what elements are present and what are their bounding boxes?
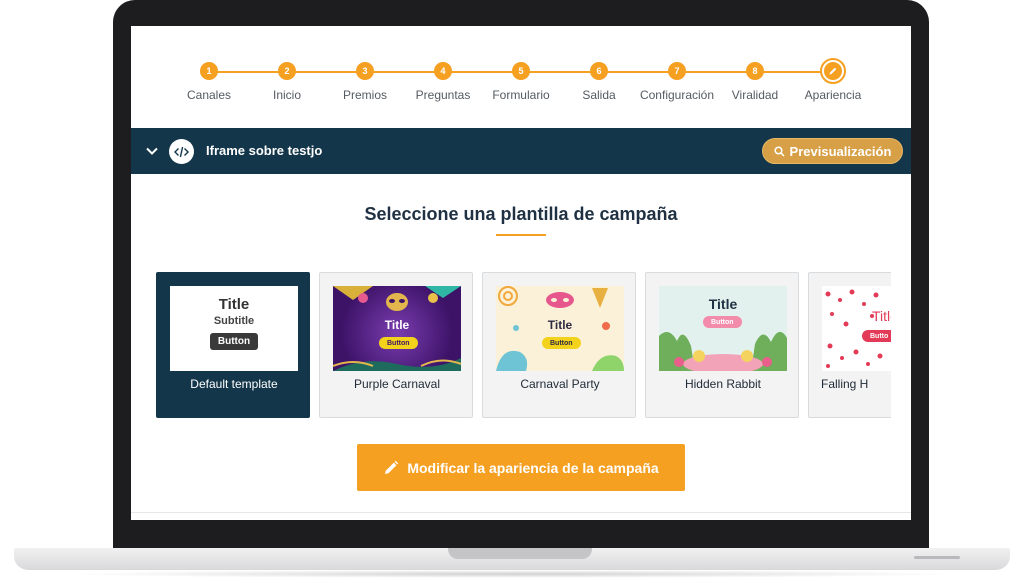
pencil-icon <box>824 62 842 80</box>
thumb-title: Title <box>872 308 891 324</box>
code-icon <box>169 139 194 164</box>
step-number: 3 <box>356 62 374 80</box>
step-label: Inicio <box>272 88 301 102</box>
heading-underline <box>496 234 546 236</box>
template-thumbnail: Title Subtitle Button <box>170 286 298 371</box>
step-label: Premios <box>342 88 387 102</box>
template-label: Falling H <box>821 377 869 391</box>
iframe-title: Iframe sobre testjo <box>206 143 323 158</box>
template-label: Hidden Rabbit <box>684 377 762 391</box>
thumb-button: Button <box>209 333 259 350</box>
app-screen: 1 Canales 2 Inicio 3 Premios 4 Preguntas… <box>131 26 911 520</box>
laptop-indicator <box>914 556 960 559</box>
step-apariencia[interactable]: Apariencia <box>783 58 883 102</box>
step-number: 6 <box>590 62 608 80</box>
thumb-button: Button <box>703 316 742 328</box>
template-card-default[interactable]: Title Subtitle Button Default template <box>156 272 310 418</box>
step-number: 7 <box>668 62 686 80</box>
thumb-title: Title <box>708 296 738 312</box>
modify-appearance-label: Modificar la apariencia de la campaña <box>407 459 659 476</box>
template-thumbnail: Title Butto <box>822 286 891 371</box>
template-card-purple-carnaval[interactable]: Title Button Purple Carnaval <box>319 272 473 418</box>
step-label: Preguntas <box>415 88 471 102</box>
iframe-bar: Iframe sobre testjo Previsualización <box>131 128 911 174</box>
step-number: 1 <box>200 62 218 80</box>
step-number: 2 <box>278 62 296 80</box>
template-card-hidden-rabbit[interactable]: Title Button Hidden Rabbit <box>645 272 799 418</box>
step-label: Canales <box>186 88 232 102</box>
step-number: 8 <box>746 62 764 80</box>
step-label: Configuración <box>639 88 715 102</box>
thumb-title: Title <box>218 296 250 313</box>
falling-hearts-image <box>825 289 883 368</box>
template-carousel: Title Subtitle Button Default template T… <box>156 272 891 418</box>
template-card-carnaval-party[interactable]: Title Button Carnaval Party <box>482 272 636 418</box>
preview-button[interactable]: Previsualización <box>762 138 903 164</box>
template-card-falling-hearts[interactable]: Title Butto Falling H <box>808 272 891 418</box>
step-number: 4 <box>434 62 452 80</box>
pencil-icon <box>385 460 399 474</box>
step-label: Apariencia <box>804 88 862 102</box>
thumb-title: Title <box>547 318 573 332</box>
chevron-down-icon[interactable] <box>145 144 159 158</box>
template-label: Carnaval Party <box>520 377 600 391</box>
thumb-button: Button <box>542 337 581 349</box>
preview-label: Previsualización <box>789 143 892 159</box>
thumb-subtitle: Subtitle <box>213 315 255 327</box>
thumb-title: Title <box>384 318 410 332</box>
laptop-notch <box>448 548 592 559</box>
thumb-button: Button <box>379 337 418 349</box>
section-heading: Seleccione una plantilla de campaña <box>364 204 678 224</box>
thumb-button: Butto <box>862 330 891 342</box>
template-label: Default template <box>190 377 278 391</box>
step-label: Formulario <box>492 88 550 102</box>
step-label: Salida <box>582 88 616 102</box>
laptop-shadow <box>60 570 964 578</box>
step-active-indicator <box>820 58 846 84</box>
step-number: 5 <box>512 62 530 80</box>
laptop-mockup: 1 Canales 2 Inicio 3 Premios 4 Preguntas… <box>0 0 1024 581</box>
modify-appearance-button[interactable]: Modificar la apariencia de la campaña <box>357 444 685 491</box>
template-thumbnail: Title Button <box>333 286 461 371</box>
template-label: Purple Carnaval <box>353 377 441 391</box>
step-label: Viralidad <box>731 88 779 102</box>
template-thumbnail: Title Button <box>496 286 624 371</box>
template-thumbnail: Title Button <box>659 286 787 371</box>
search-icon <box>773 145 785 157</box>
divider <box>131 512 911 513</box>
